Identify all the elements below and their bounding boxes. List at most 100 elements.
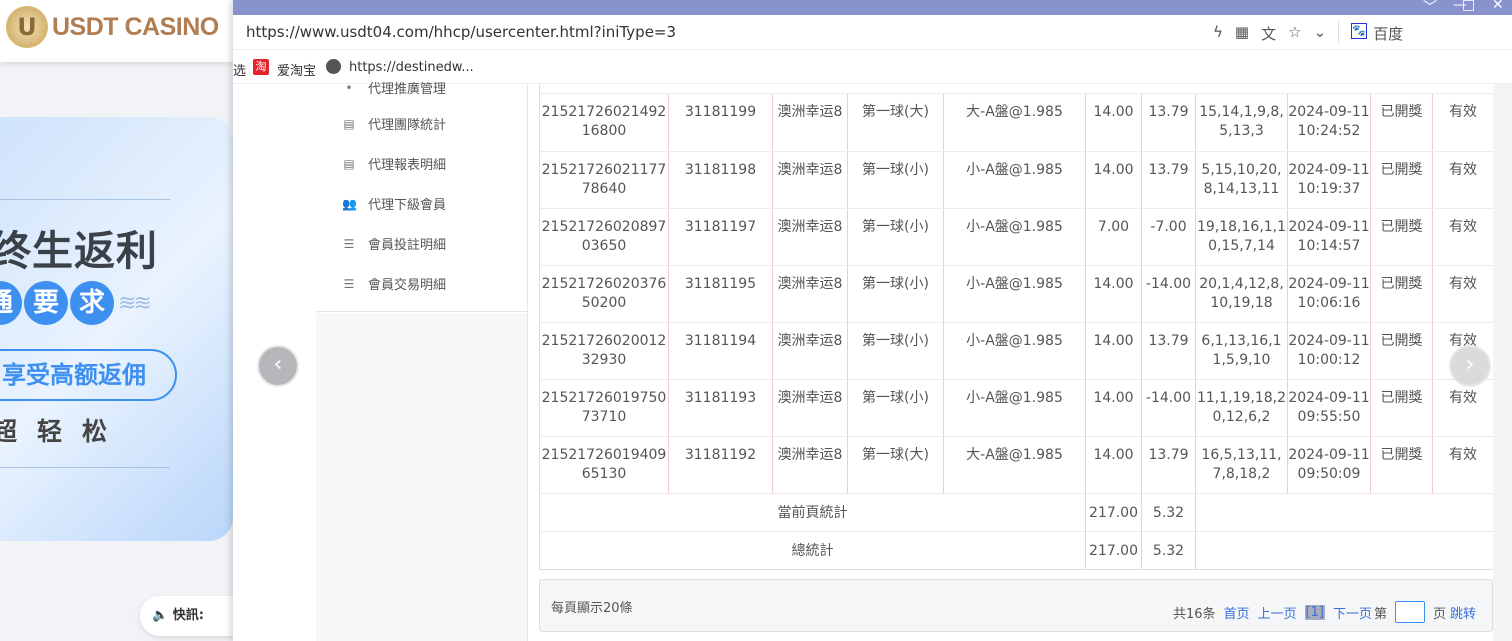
- order-id: 2152172602117778640: [539, 151, 669, 209]
- maximize-icon[interactable]: □: [1462, 0, 1475, 13]
- bet-time: 2024-09-11 09:50:09: [1287, 436, 1371, 494]
- play: 第一球(大): [847, 436, 944, 494]
- address-bar[interactable]: https://www.usdt04.com/hhcp/usercenter.h…: [233, 15, 1512, 50]
- total-count: 共16条: [1172, 606, 1216, 622]
- go-button[interactable]: 跳转: [1450, 603, 1476, 622]
- amount: 14.00: [1085, 265, 1142, 323]
- qr-icon[interactable]: ▦: [1235, 23, 1249, 44]
- carousel-prev-button[interactable]: ‹: [257, 345, 299, 387]
- logo-coin-icon: U: [6, 6, 48, 48]
- game: 澳洲幸运8: [772, 265, 848, 323]
- bet-time: 2024-09-11 10:06:16: [1287, 265, 1371, 323]
- close-icon[interactable]: ✕: [1492, 0, 1504, 13]
- valid-status: 有效: [1432, 151, 1494, 209]
- menu-item[interactable]: 👥 代理下級會員: [342, 194, 446, 214]
- divider: [0, 199, 170, 200]
- banner-circle: 通: [0, 281, 22, 325]
- page-total-row: 當前頁統計 217.00 5.32: [539, 493, 1494, 532]
- result: 13.79: [1141, 94, 1196, 152]
- page-input[interactable]: [1394, 601, 1425, 623]
- baidu-paw-icon[interactable]: 🐾: [1351, 23, 1368, 39]
- bet-content: 大-A盤@1.985: [943, 436, 1086, 494]
- title-bar: ﹀ — □ ✕: [233, 0, 1512, 16]
- result: 13.79: [1141, 436, 1196, 494]
- bet-time: 2024-09-11 10:19:37: [1287, 151, 1371, 209]
- game: 澳洲幸运8: [772, 379, 848, 437]
- page-prefix: 第: [1373, 606, 1387, 622]
- bookmark[interactable]: 选: [233, 60, 246, 79]
- menu-item[interactable]: ▤ 代理報表明細: [342, 154, 446, 174]
- star-icon[interactable]: ☆: [1288, 23, 1301, 44]
- report-icon: ▤: [343, 156, 355, 171]
- draw-status: 已開獎: [1370, 265, 1433, 323]
- menu-item[interactable]: ☰ 會員投註明細: [342, 234, 446, 254]
- valid-status: 有效: [1432, 436, 1494, 494]
- bet-content: 小-A盤@1.985: [943, 322, 1086, 380]
- divider: [1338, 21, 1340, 43]
- draw-status: 已開獎: [1370, 208, 1433, 266]
- sidebar-menu: • 代理推廣管理 ▤ 代理團隊統計 ▤ 代理報表明細 👥 代理下級會員 ☰ 會員投註明細 …: [316, 81, 528, 312]
- table-row: 2152172602117778640 31181198 澳洲幸运8 第一球(小) 小-…: [539, 151, 1494, 209]
- chevron-down-icon[interactable]: ⌄: [1314, 23, 1327, 44]
- banner-circle: 求: [70, 281, 114, 325]
- bookmark[interactable]: https://destinedw...: [349, 60, 474, 75]
- play: 第一球(小): [847, 265, 944, 323]
- amount: 14.00: [1085, 436, 1142, 494]
- valid-status: 有效: [1432, 265, 1494, 323]
- order-id: 2152172602089703650: [539, 208, 669, 266]
- next-page-link[interactable]: 下一页: [1333, 603, 1372, 622]
- wave-icon: ≋≋: [118, 291, 152, 316]
- browser-window: ﹀ — □ ✕ https://www.usdt04.com/hhcp/user…: [233, 0, 1512, 641]
- carousel-next-button[interactable]: ›: [1449, 345, 1491, 387]
- prev-page-link[interactable]: 上一页: [1258, 603, 1297, 622]
- table-row: 2152172602001232930 31181194 澳洲幸运8 第一球(小) 小-…: [539, 322, 1494, 380]
- draw-numbers: 20,1,4,12,8,10,19,18: [1195, 265, 1288, 323]
- bet-time: 2024-09-11 10:00:12: [1287, 322, 1371, 380]
- pagination: 每頁顯示20條 共16条 首页 上一页 [1] 下一页 第 页 跳转: [539, 579, 1493, 632]
- empty-cell: [1195, 493, 1494, 532]
- draw-status: 已開獎: [1370, 322, 1433, 380]
- promo-banner[interactable]: 终生返利 通 要 求 ≋≋ 享受高额返佣 超轻松: [0, 117, 233, 541]
- order-id: 2152172602149216800: [539, 94, 669, 152]
- table-row: 2152172602149216800 31181199 澳洲幸运8 第一球(大) 大-…: [539, 94, 1494, 152]
- play: 第一球(小): [847, 322, 944, 380]
- total-amount: 217.00: [1085, 493, 1142, 532]
- total-amount: 217.00: [1085, 531, 1142, 570]
- period: 31181198: [668, 151, 773, 209]
- amount: 14.00: [1085, 94, 1142, 152]
- valid-status: 有效: [1432, 208, 1494, 266]
- bet-time: 2024-09-11 09:55:50: [1287, 379, 1371, 437]
- draw-numbers: 16,5,13,11,7,8,18,2: [1195, 436, 1288, 494]
- scrollbar[interactable]: [1493, 84, 1512, 641]
- banner-subtitle: 超轻松: [0, 417, 128, 446]
- table-row: 2152172602037650200 31181195 澳洲幸运8 第一球(小) 小-…: [539, 265, 1494, 323]
- menu-item[interactable]: ▤ 代理團隊統計: [342, 114, 446, 134]
- period: 31181195: [668, 265, 773, 323]
- period: 31181197: [668, 208, 773, 266]
- list-icon: ☰: [343, 236, 355, 251]
- draw-numbers: 15,14,1,9,8,5,13,3: [1195, 94, 1288, 152]
- logo[interactable]: USDT CASINO: [52, 13, 219, 42]
- lightning-icon[interactable]: ϟ: [1213, 23, 1223, 44]
- bookmark[interactable]: 爱淘宝: [277, 60, 316, 79]
- draw-numbers: 5,15,10,20,8,14,13,11: [1195, 151, 1288, 209]
- menu-item[interactable]: • 代理推廣管理: [342, 78, 446, 98]
- current-page[interactable]: [1]: [1304, 604, 1325, 620]
- result: -7.00: [1141, 208, 1196, 266]
- users-icon: 👥: [342, 196, 357, 211]
- banner-pill: 享受高额返佣: [0, 349, 177, 401]
- amount: 14.00: [1085, 322, 1142, 380]
- menu-item[interactable]: ☰ 會員交易明細: [342, 274, 446, 294]
- url-text[interactable]: https://www.usdt04.com/hhcp/usercenter.h…: [246, 23, 676, 41]
- page-suffix: 页: [1432, 606, 1446, 622]
- play: 第一球(小): [847, 379, 944, 437]
- result: 13.79: [1141, 322, 1196, 380]
- search-engine-label[interactable]: 百度: [1373, 23, 1403, 44]
- play: 第一球(大): [847, 94, 944, 152]
- translate-icon[interactable]: 文: [1261, 23, 1276, 44]
- bet-content: 小-A盤@1.985: [943, 265, 1086, 323]
- background-page: U USDT CASINO 终生返利 通 要 求 ≋≋ 享受高额返佣 超轻松 🔈…: [0, 0, 250, 641]
- divider: [0, 467, 170, 468]
- first-page-link[interactable]: 首页: [1223, 603, 1249, 622]
- amount: 14.00: [1085, 379, 1142, 437]
